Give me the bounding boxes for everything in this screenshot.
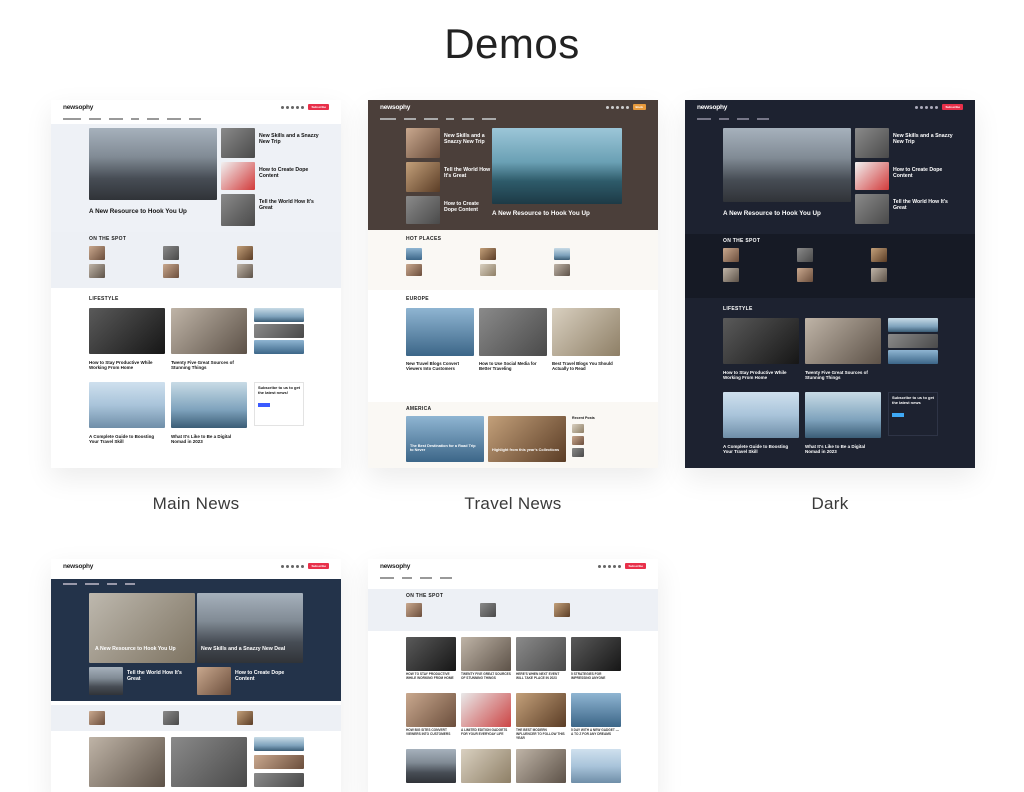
demo-label-main-news[interactable]: Main News [51,494,341,514]
demo-preview-5: newsophy Subscribe ON THE SPOT HOW TO ST… [368,559,658,792]
demo-card-dark[interactable]: newsophy Subscribe A New Resource to Hoo… [685,100,975,468]
nav-row [51,114,341,124]
demo-preview-4: newsophy Subscribe A New Resource to Hoo… [51,559,341,792]
demo-card-4[interactable]: newsophy Subscribe A New Resource to Hoo… [51,559,341,792]
demo-preview-dark: newsophy Subscribe A New Resource to Hoo… [685,100,975,468]
subscribe-button: Subscribe [308,104,329,110]
logo: newsophy [63,103,94,111]
hero-image [492,128,622,204]
demo-card-5[interactable]: newsophy Subscribe ON THE SPOT HOW TO ST… [368,559,658,792]
demo-preview-travel-news: newsophy Book New Skills and a Snazzy Ne… [368,100,658,468]
page-title: Demos [444,20,580,67]
demo-card-main-news[interactable]: newsophy Subscribe A New Resource to Hoo… [51,100,341,468]
demo-label-dark[interactable]: Dark [685,494,975,514]
hero-image [89,128,217,200]
social-icons [281,105,305,109]
demo-label-travel-news[interactable]: Travel News [368,494,658,514]
demo-card-travel-news[interactable]: newsophy Book New Skills and a Snazzy Ne… [368,100,658,468]
demo-preview-main-news: newsophy Subscribe A New Resource to Hoo… [51,100,341,468]
section-lifestyle: LIFESTYLE [89,296,119,302]
hero-title: A New Resource to Hook You Up [89,208,187,215]
